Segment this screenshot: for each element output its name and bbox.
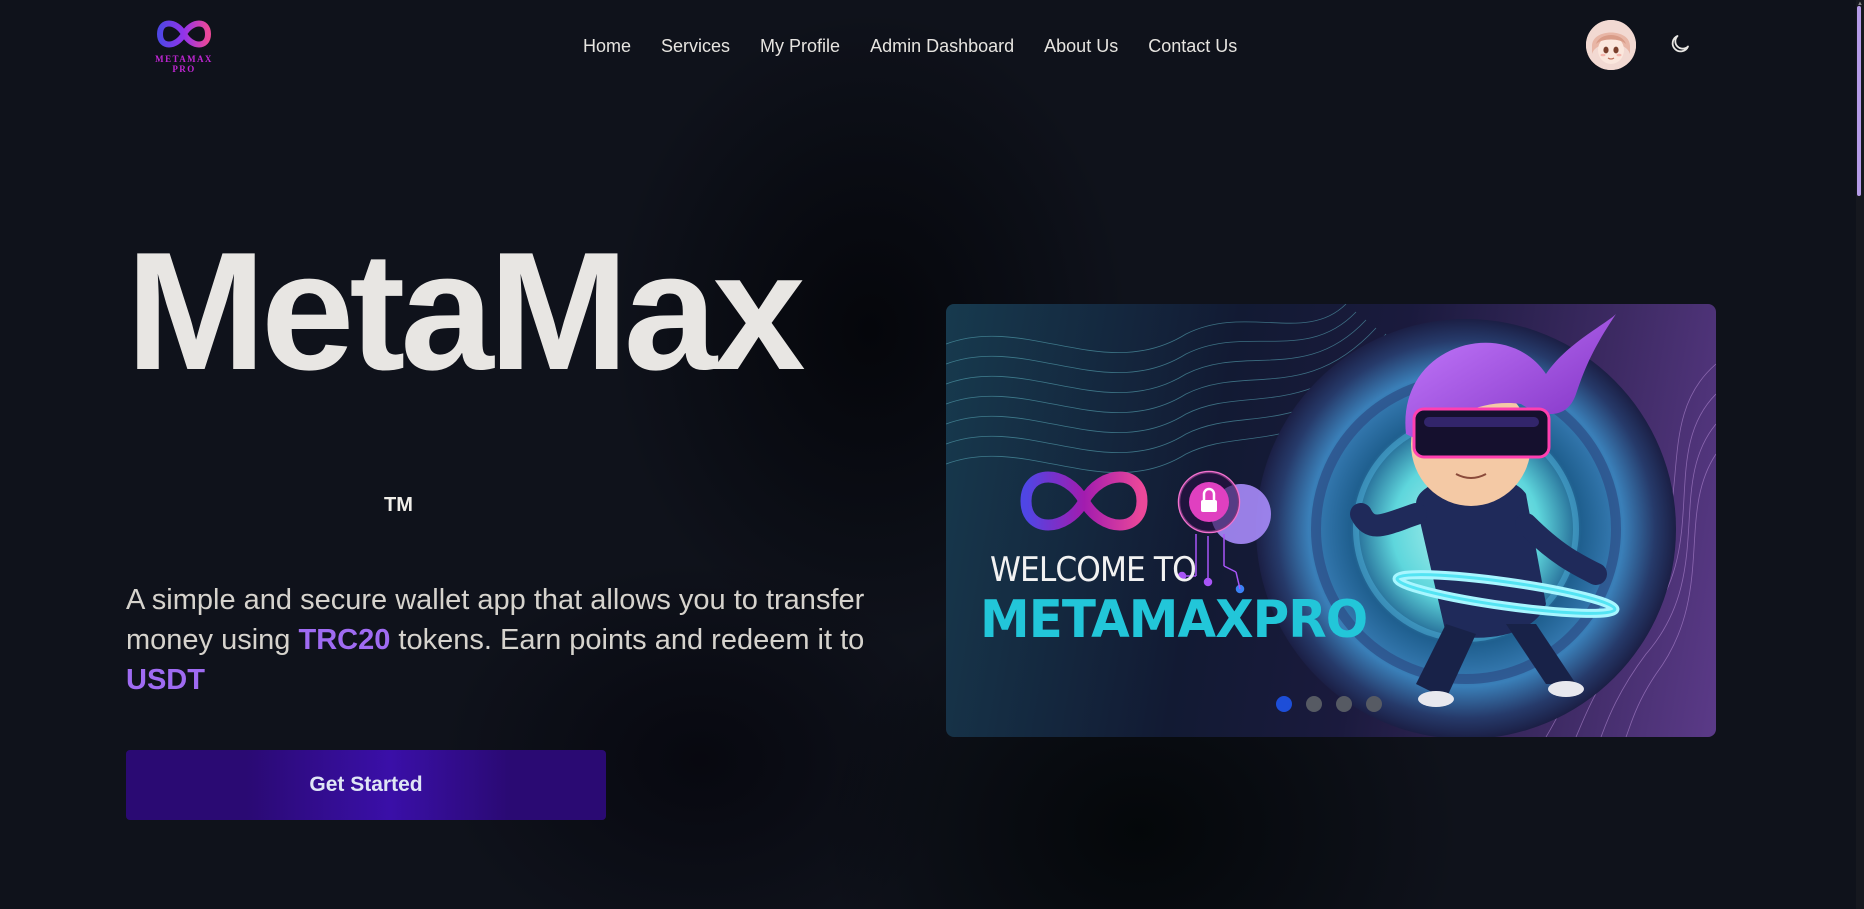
carousel-dot-2[interactable] xyxy=(1306,696,1322,712)
hero-carousel[interactable]: WELCOME TO METAMAXPRO xyxy=(946,304,1716,737)
carousel-dot-3[interactable] xyxy=(1336,696,1352,712)
nav-item-about-us[interactable]: About Us xyxy=(1029,36,1133,57)
brand-logo[interactable]: METAMAX PRO xyxy=(148,14,220,78)
nav-item-services[interactable]: Services xyxy=(646,36,745,57)
trademark-symbol: TM xyxy=(384,494,413,516)
site-header: METAMAX PRO Home Services My Profile Adm… xyxy=(0,0,1856,92)
nav-item-home[interactable]: Home xyxy=(568,36,646,57)
page: METAMAX PRO Home Services My Profile Adm… xyxy=(0,0,1864,909)
carousel-slide-image xyxy=(946,304,1716,737)
nav-item-contact-us[interactable]: Contact Us xyxy=(1133,36,1252,57)
nav-item-my-profile[interactable]: My Profile xyxy=(745,36,855,57)
hero-title: MetaMax xyxy=(126,217,806,405)
carousel-dot-4[interactable] xyxy=(1366,696,1382,712)
hero-desc-highlight-usdt: USDT xyxy=(126,664,205,696)
page-scrollbar[interactable]: ▲ xyxy=(1856,0,1864,909)
hero-desc-part2: tokens. Earn points and redeem it to xyxy=(390,624,865,656)
hero-description: A simple and secure wallet app that allo… xyxy=(126,580,906,700)
carousel-dot-1[interactable] xyxy=(1276,696,1292,712)
infinity-logo-icon xyxy=(156,20,212,48)
nav-item-admin-dashboard[interactable]: Admin Dashboard xyxy=(855,36,1029,57)
slide-welcome-text: WELCOME TO xyxy=(990,550,1197,590)
hero-desc-highlight-trc20: TRC20 xyxy=(298,624,391,656)
theme-toggle-button[interactable] xyxy=(1668,32,1692,56)
logo-text-line2: PRO xyxy=(172,64,196,74)
get-started-button[interactable]: Get Started xyxy=(126,750,606,820)
avatar-image-icon xyxy=(1586,20,1636,70)
user-avatar[interactable] xyxy=(1586,20,1636,70)
moon-icon xyxy=(1671,35,1689,53)
slide-brand-text: METAMAXPRO xyxy=(980,590,1368,650)
main-nav: Home Services My Profile Admin Dashboard… xyxy=(568,36,1252,57)
scrollbar-thumb[interactable] xyxy=(1857,6,1861,196)
carousel-indicators xyxy=(1276,696,1382,712)
logo-text-line1: METAMAX xyxy=(155,54,213,64)
